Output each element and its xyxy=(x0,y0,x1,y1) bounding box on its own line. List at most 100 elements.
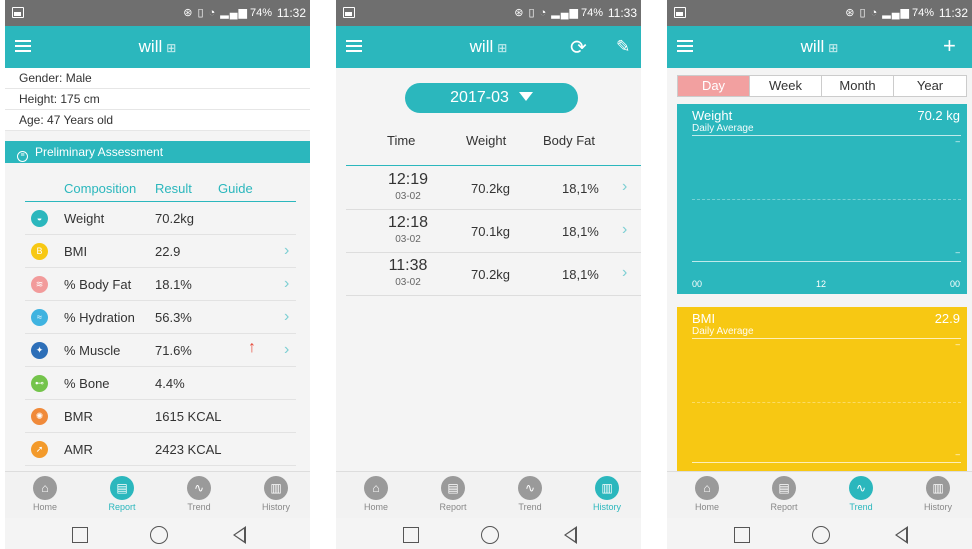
weight-card-value: 70.2 kg xyxy=(917,108,960,123)
gallery-notification-icon xyxy=(12,7,24,18)
gallery-notification-icon xyxy=(674,7,686,18)
home-button[interactable] xyxy=(481,526,499,544)
history-time: 12:18 xyxy=(387,214,429,231)
back-button[interactable] xyxy=(233,526,246,544)
home-button[interactable] xyxy=(812,526,830,544)
nav-report-label: Report xyxy=(439,502,467,512)
clock: 11:32 xyxy=(938,6,968,20)
grid-line xyxy=(692,462,961,463)
home-button[interactable] xyxy=(150,526,168,544)
history-body-fat: 18,1% xyxy=(562,224,599,239)
grid-line xyxy=(692,338,961,339)
history-icon: ▥ xyxy=(926,476,950,500)
scale-icon: ◒ xyxy=(31,210,48,227)
tab-month[interactable]: Month xyxy=(822,76,894,96)
height-label: Height: 175 cm xyxy=(5,89,310,110)
gallery-notification-icon xyxy=(343,7,355,18)
recents-button[interactable] xyxy=(403,527,419,543)
history-time: 12:19 xyxy=(387,171,429,188)
guide-header: Guide xyxy=(218,181,253,196)
history-row[interactable]: 12:19 03-02 70.2kg 18,1% › xyxy=(346,167,641,210)
chevron-right-icon[interactable]: › xyxy=(622,178,627,196)
composition-row: ◒ Weight 70.2kg xyxy=(25,202,296,235)
chevron-right-icon[interactable]: › xyxy=(284,242,289,260)
nav-home[interactable]: ⌂ Home xyxy=(15,476,75,512)
recents-button[interactable] xyxy=(734,527,750,543)
nav-trend[interactable]: ∿ Trend xyxy=(500,476,560,512)
user-title[interactable]: will ⊞ xyxy=(336,37,641,57)
bmi-icon: B xyxy=(31,243,48,260)
status-icons: ⊛ ▯ ◔ ▂▄▆ xyxy=(845,7,910,19)
back-button[interactable] xyxy=(564,526,577,544)
battery-level: 74% xyxy=(249,7,272,19)
period-tabs: Day Week Month Year xyxy=(677,75,967,97)
gender-label: Gender: Male xyxy=(5,68,310,89)
composition-result: 2423 KCAL xyxy=(155,442,222,457)
user-title[interactable]: will ⊞ xyxy=(5,37,310,57)
bone-icon: ⊷ xyxy=(31,375,48,392)
tab-day[interactable]: Day xyxy=(678,76,750,96)
month-selector[interactable]: 2017-03 xyxy=(405,83,578,113)
composition-result: 71.6% xyxy=(155,343,192,358)
nav-home-label: Home xyxy=(32,502,57,512)
tab-week[interactable]: Week xyxy=(750,76,822,96)
nav-trend[interactable]: ∿ Trend xyxy=(169,476,229,512)
nav-report[interactable]: ▤ Report xyxy=(92,476,152,512)
profile-info: Gender: Male Height: 175 cm Age: 47 Year… xyxy=(5,68,310,131)
qr-grid-icon: ⊞ xyxy=(828,41,839,55)
composition-row[interactable]: B BMI 22.9 › xyxy=(25,235,296,268)
sync-icon[interactable]: ⟳ xyxy=(570,35,587,60)
history-date: 03-02 xyxy=(395,277,421,288)
nav-history[interactable]: ▥ History xyxy=(908,476,968,512)
nav-trend-label: Trend xyxy=(518,502,542,512)
table-header: Composition Result Guide xyxy=(25,173,296,202)
bmi-trend-card[interactable]: BMI 22.9 Daily Average – – xyxy=(677,307,967,471)
status-bar: ⊛ ▯ ◔ ▂▄▆ 74% 11:32 xyxy=(5,0,310,26)
nav-home[interactable]: ⌂ Home xyxy=(677,476,737,512)
user-title[interactable]: will ⊞ xyxy=(667,37,972,57)
composition-name: % Bone xyxy=(64,376,110,391)
bmi-card-subtitle: Daily Average xyxy=(692,326,754,337)
status-bar: ⊛ ▯ ◔ ▂▄▆ 74% 11:33 xyxy=(336,0,641,26)
user-name: will xyxy=(469,37,494,56)
composition-row[interactable]: ≋ % Body Fat 18.1% › xyxy=(25,268,296,301)
status-icons: ⊛ ▯ ◔ ▂▄▆ xyxy=(514,7,579,19)
nav-report[interactable]: ▤ Report xyxy=(423,476,483,512)
clock: 11:33 xyxy=(607,6,637,20)
history-row[interactable]: 12:18 03-02 70.1kg 18,1% › xyxy=(346,210,641,253)
chevron-right-icon[interactable]: › xyxy=(284,275,289,293)
time-header: Time xyxy=(387,133,416,148)
composition-result: 4.4% xyxy=(155,376,185,391)
nav-report-label: Report xyxy=(770,502,798,512)
add-icon[interactable]: + xyxy=(943,33,956,59)
nav-report[interactable]: ▤ Report xyxy=(754,476,814,512)
tab-year[interactable]: Year xyxy=(894,76,966,96)
composition-name: % Hydration xyxy=(64,310,135,325)
bottom-nav: ⌂ Home ▤ Report ∿ Trend ▥ History xyxy=(336,471,641,518)
nav-trend[interactable]: ∿ Trend xyxy=(831,476,891,512)
composition-row[interactable]: ✦ % Muscle 71.6% ↑ › xyxy=(25,334,296,367)
edit-icon[interactable]: ✎ xyxy=(616,37,630,57)
list-icon: ≡ xyxy=(17,151,28,162)
qr-grid-icon: ⊞ xyxy=(497,41,508,55)
system-nav xyxy=(336,518,641,549)
chevron-right-icon[interactable]: › xyxy=(622,221,627,239)
recents-button[interactable] xyxy=(72,527,88,543)
axis-tick: – xyxy=(955,450,960,459)
trend-icon: ∿ xyxy=(518,476,542,500)
composition-row[interactable]: ≈ % Hydration 56.3% › xyxy=(25,301,296,334)
history-header: Time Weight Body Fat xyxy=(346,133,641,166)
app-bar: will ⊞ xyxy=(5,26,310,68)
history-row[interactable]: 11:38 03-02 70.2kg 18,1% › xyxy=(346,253,641,296)
history-date: 03-02 xyxy=(395,234,421,245)
nav-home[interactable]: ⌂ Home xyxy=(346,476,406,512)
weight-trend-card[interactable]: Weight 70.2 kg Daily Average – – 00 12 0… xyxy=(677,104,967,294)
chevron-right-icon[interactable]: › xyxy=(622,264,627,282)
back-button[interactable] xyxy=(895,526,908,544)
axis-tick: – xyxy=(955,340,960,349)
age-label: Age: 47 Years old xyxy=(5,110,310,131)
chevron-right-icon[interactable]: › xyxy=(284,341,289,359)
nav-history[interactable]: ▥ History xyxy=(246,476,306,512)
chevron-right-icon[interactable]: › xyxy=(284,308,289,326)
nav-history[interactable]: ▥ History xyxy=(577,476,637,512)
